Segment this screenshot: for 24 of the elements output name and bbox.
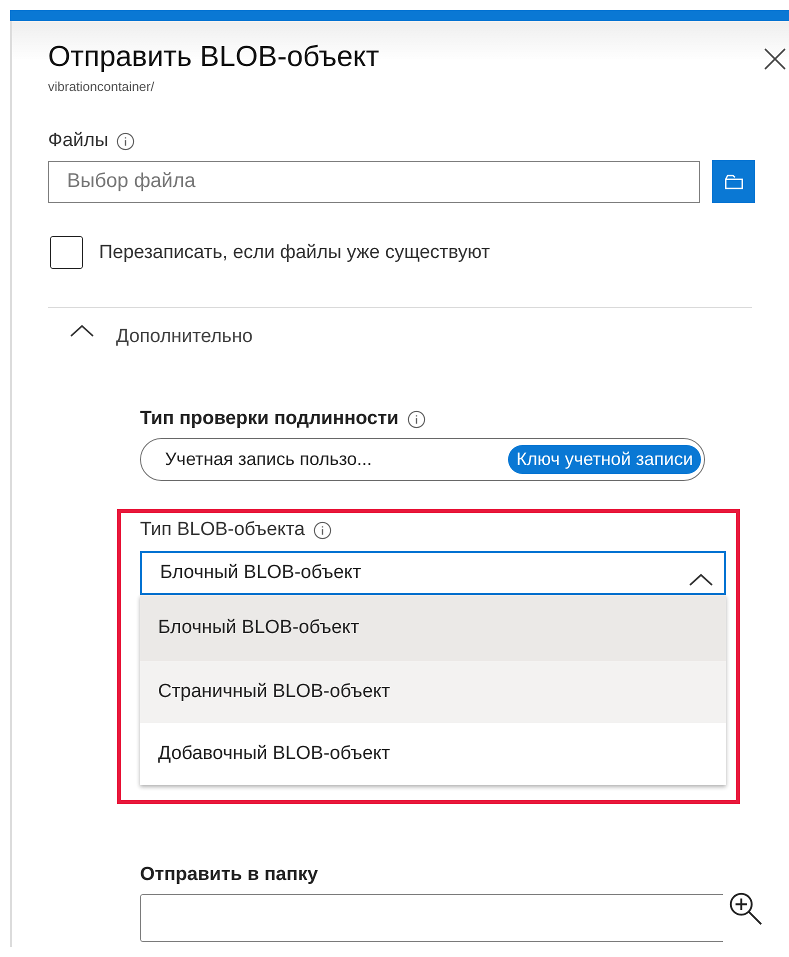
container-path: vibrationcontainer/ (48, 79, 156, 94)
checkbox[interactable] (50, 236, 83, 269)
folder-input-field[interactable] (140, 894, 723, 942)
dropdown-option[interactable]: Страничный BLOB-объект (140, 661, 726, 723)
close-icon[interactable] (763, 47, 787, 71)
blob-type-dropdown[interactable]: Блочный BLOB-объект (140, 551, 726, 595)
field-label: Файлы (48, 130, 108, 152)
toggle-option[interactable]: Учетная запись пользо... (157, 445, 380, 474)
info-icon (116, 132, 136, 150)
dropdown-option[interactable]: Добавочный BLOB-объект (140, 723, 726, 785)
section-toggle[interactable]: Дополнительно (116, 326, 253, 348)
toggle-option[interactable]: Ключ учетной записи (508, 445, 701, 474)
info-icon (312, 520, 332, 540)
file-input-field[interactable]: Выбор файла (48, 160, 700, 202)
chevron-icon (688, 573, 714, 587)
info-icon (406, 410, 426, 428)
dropdown-option[interactable]: Блочный BLOB-объект (140, 595, 726, 661)
checkbox-label: Перезаписать, если файлы уже существуют (99, 242, 490, 264)
panel-title: Отправить BLOB-объект (48, 40, 380, 75)
browse-button[interactable] (712, 160, 755, 203)
field-label: Тип BLOB-объекта (140, 519, 305, 541)
chevron-icon[interactable] (70, 324, 94, 338)
field-label: Отправить в папку (140, 864, 318, 886)
field-label: Тип проверки подлинности (140, 408, 399, 430)
